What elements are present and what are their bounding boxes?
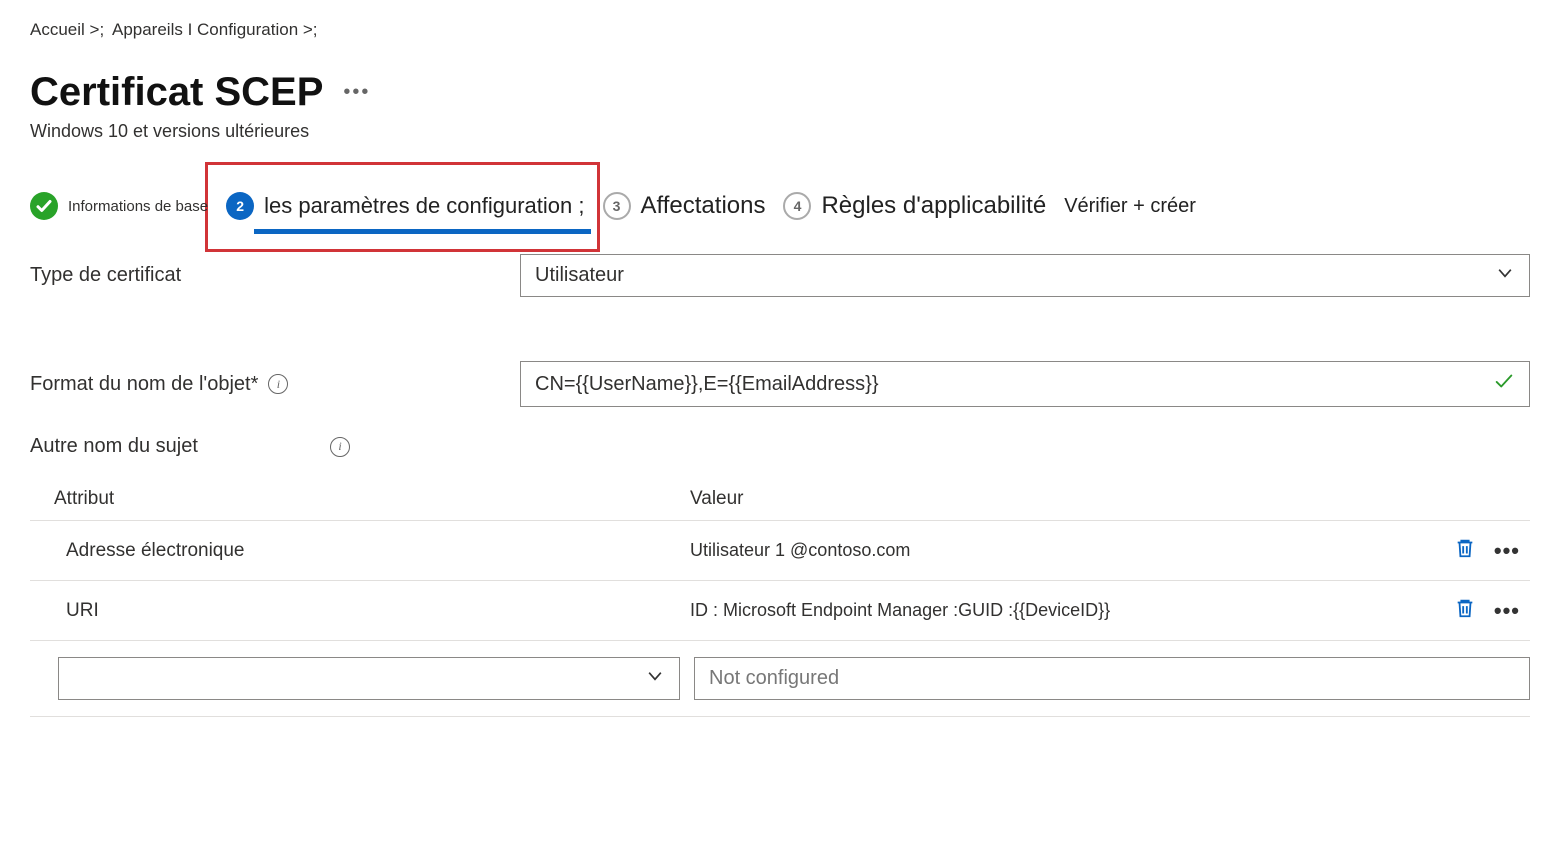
step-label: Règles d'applicabilité — [821, 192, 1046, 220]
breadcrumb-home[interactable]: Accueil >; — [30, 20, 104, 39]
info-icon[interactable]: i — [330, 437, 350, 457]
info-icon[interactable]: i — [268, 374, 288, 394]
step-review[interactable]: Vérifier + créer — [1064, 195, 1196, 232]
san-row: URI ID : Microsoft Endpoint Manager :GUI… — [30, 580, 1530, 640]
more-actions-icon[interactable]: ••• — [343, 81, 370, 104]
step-configuration[interactable]: 2 les paramètres de configuration ; — [226, 192, 584, 234]
step-number-icon: 4 — [783, 192, 811, 220]
step-label: Informations de base — [68, 198, 208, 215]
san-label: Autre nom du sujet i — [30, 435, 520, 458]
subject-name-value: CN={{UserName}},E={{EmailAddress}} — [535, 373, 879, 396]
san-row-attr: URI — [30, 600, 690, 622]
delete-icon[interactable] — [1454, 537, 1476, 564]
check-icon — [30, 192, 58, 220]
san-new-value-placeholder: Not configured — [709, 667, 839, 690]
breadcrumb: Accueil >; Appareils I Configuration >; — [30, 20, 1530, 40]
certificate-type-value: Utilisateur — [535, 264, 624, 287]
step-label: Vérifier + créer — [1064, 195, 1196, 218]
chevron-down-icon — [645, 666, 665, 691]
step-number-icon: 2 — [226, 192, 254, 220]
wizard-steps: Informations de base 2 les paramètres de… — [30, 192, 1530, 234]
certificate-type-label: Type de certificat — [30, 264, 520, 287]
delete-icon[interactable] — [1454, 597, 1476, 624]
san-header-value: Valeur — [690, 488, 1430, 510]
certificate-type-select[interactable]: Utilisateur — [520, 254, 1530, 297]
step-label: les paramètres de configuration ; — [264, 193, 584, 219]
chevron-down-icon — [1495, 263, 1515, 288]
page-subtitle: Windows 10 et versions ultérieures — [30, 121, 1530, 142]
page-title: Certificat SCEP — [30, 70, 323, 115]
san-row-attr: Adresse électronique — [30, 540, 690, 562]
subject-name-input[interactable]: CN={{UserName}},E={{EmailAddress}} — [520, 361, 1530, 407]
step-basics[interactable]: Informations de base — [30, 192, 208, 234]
san-row-value: ID : Microsoft Endpoint Manager :GUID :{… — [690, 600, 1430, 621]
row-more-icon[interactable]: ••• — [1494, 538, 1520, 564]
valid-checkmark-icon — [1493, 370, 1515, 398]
san-new-attr-select[interactable] — [58, 657, 680, 700]
subject-name-label: Format du nom de l'objet* i — [30, 373, 520, 396]
breadcrumb-path[interactable]: Appareils I Configuration >; — [112, 20, 318, 39]
san-table-header: Attribut Valeur — [30, 478, 1530, 520]
san-row: Adresse électronique Utilisateur 1 @cont… — [30, 520, 1530, 580]
san-new-value-input[interactable]: Not configured — [694, 657, 1530, 700]
step-applicability[interactable]: 4 Règles d'applicabilité — [783, 192, 1046, 234]
row-more-icon[interactable]: ••• — [1494, 598, 1520, 624]
step-number-icon: 3 — [603, 192, 631, 220]
step-label: Affectations — [641, 192, 766, 220]
san-row-value: Utilisateur 1 @contoso.com — [690, 540, 1430, 561]
step-assignments[interactable]: 3 Affectations — [603, 192, 766, 234]
san-new-row: Not configured — [30, 640, 1530, 717]
san-header-attr: Attribut — [30, 488, 690, 510]
